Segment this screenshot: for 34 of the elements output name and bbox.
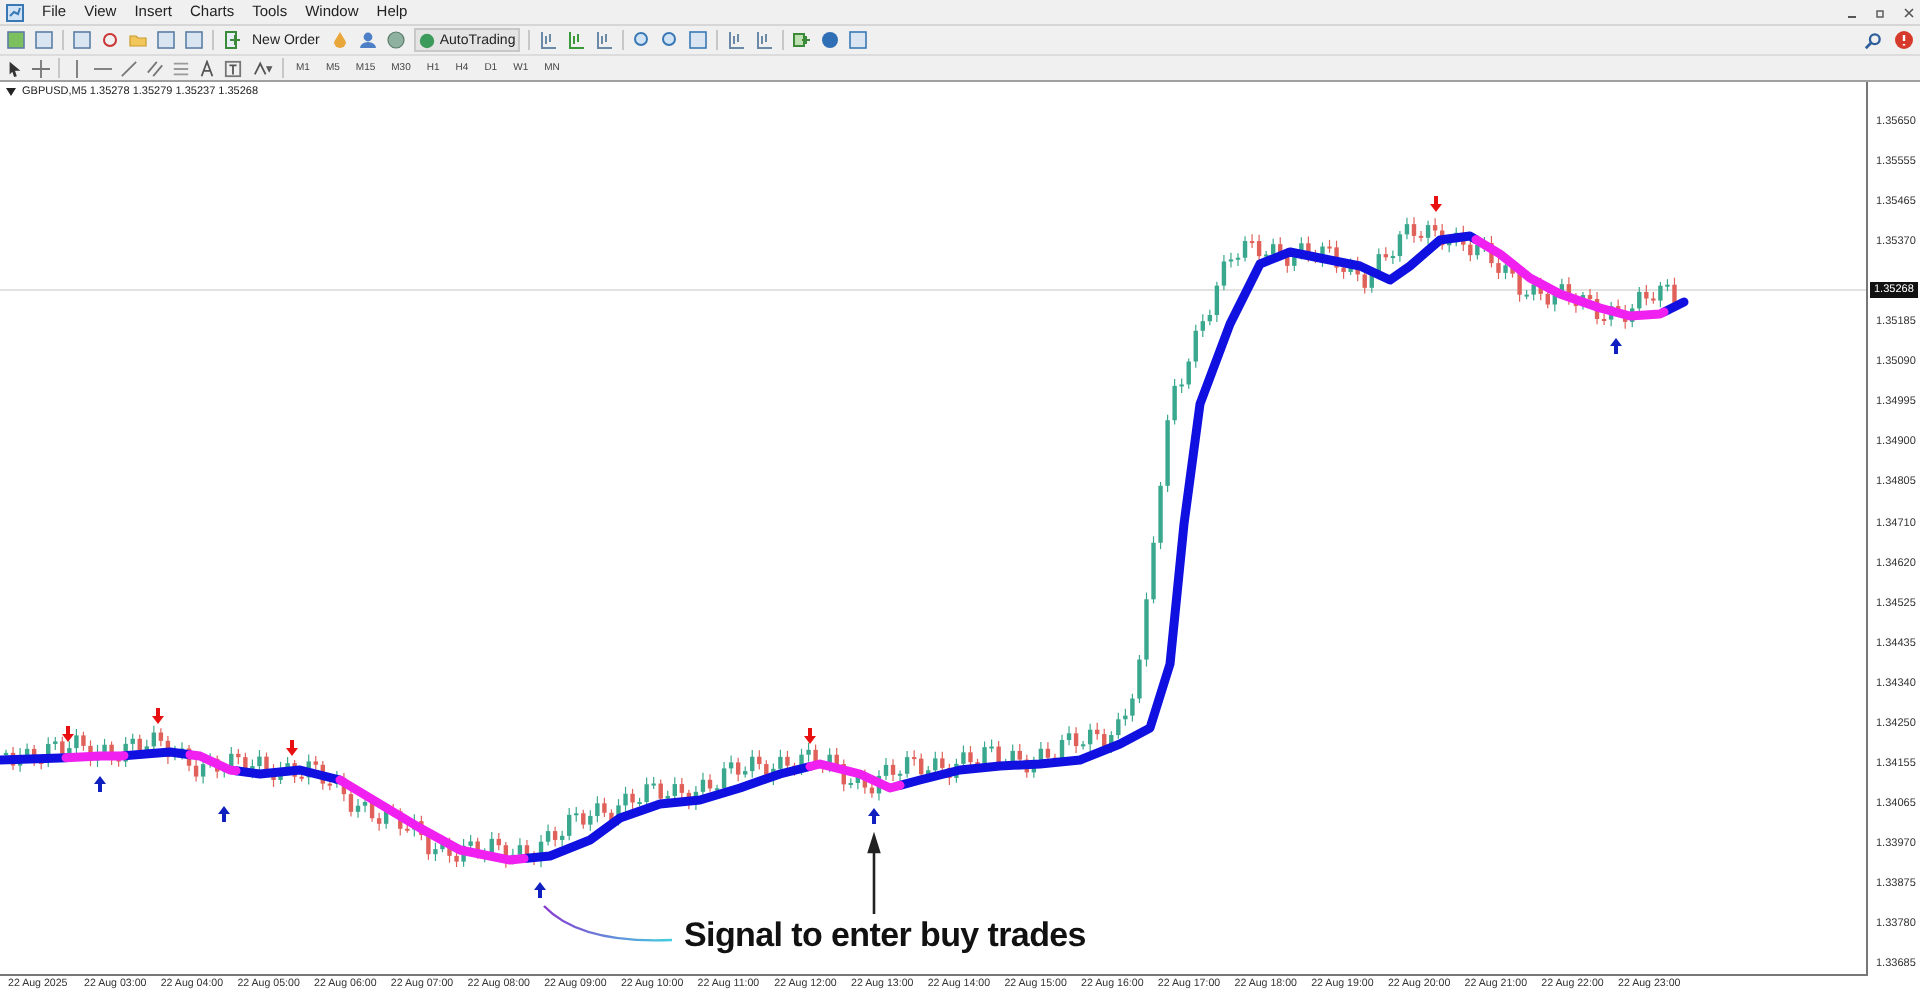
notification-icon[interactable] (1890, 29, 1914, 51)
sell-arrow-icon (62, 726, 74, 742)
sell-arrow-icon (1430, 196, 1442, 212)
channel-icon[interactable] (146, 59, 164, 77)
fibonacci-icon[interactable] (172, 59, 190, 77)
buy-arrow-icon (218, 806, 230, 822)
buy-arrow-icon (1610, 338, 1622, 354)
person-icon[interactable] (357, 30, 378, 50)
arrows-icon[interactable] (250, 59, 274, 77)
search-icon[interactable] (1864, 31, 1882, 49)
chart-type-icon[interactable] (725, 30, 746, 50)
chart-type-icon[interactable] (565, 30, 586, 50)
pointer-arrow (867, 831, 881, 916)
chart-type-icon[interactable] (537, 30, 558, 50)
buy-arrow-icon (94, 776, 106, 792)
restore-icon[interactable] (1876, 7, 1886, 17)
app-icon (6, 3, 24, 21)
leader-line (543, 905, 673, 942)
sell-arrow-icon (152, 708, 164, 724)
annotation-text: Signal to enter buy trades (684, 916, 1086, 956)
sell-arrow-icon (286, 740, 298, 756)
text-tool-icon[interactable] (198, 59, 216, 77)
sell-arrow-icon (804, 728, 816, 744)
add-indicator-icon[interactable] (791, 30, 812, 50)
close-icon[interactable] (1904, 7, 1914, 17)
buy-arrow-icon (534, 882, 546, 898)
trend-line-icon[interactable] (120, 59, 138, 77)
chart-type-icon[interactable] (593, 30, 614, 50)
text-label-icon[interactable] (224, 59, 242, 77)
dropdown-icon[interactable] (6, 88, 16, 96)
window-icon[interactable] (156, 30, 176, 50)
cursor-icon[interactable] (6, 59, 24, 77)
chart-type-icon[interactable] (753, 30, 774, 50)
buy-arrow-icon (868, 808, 880, 824)
